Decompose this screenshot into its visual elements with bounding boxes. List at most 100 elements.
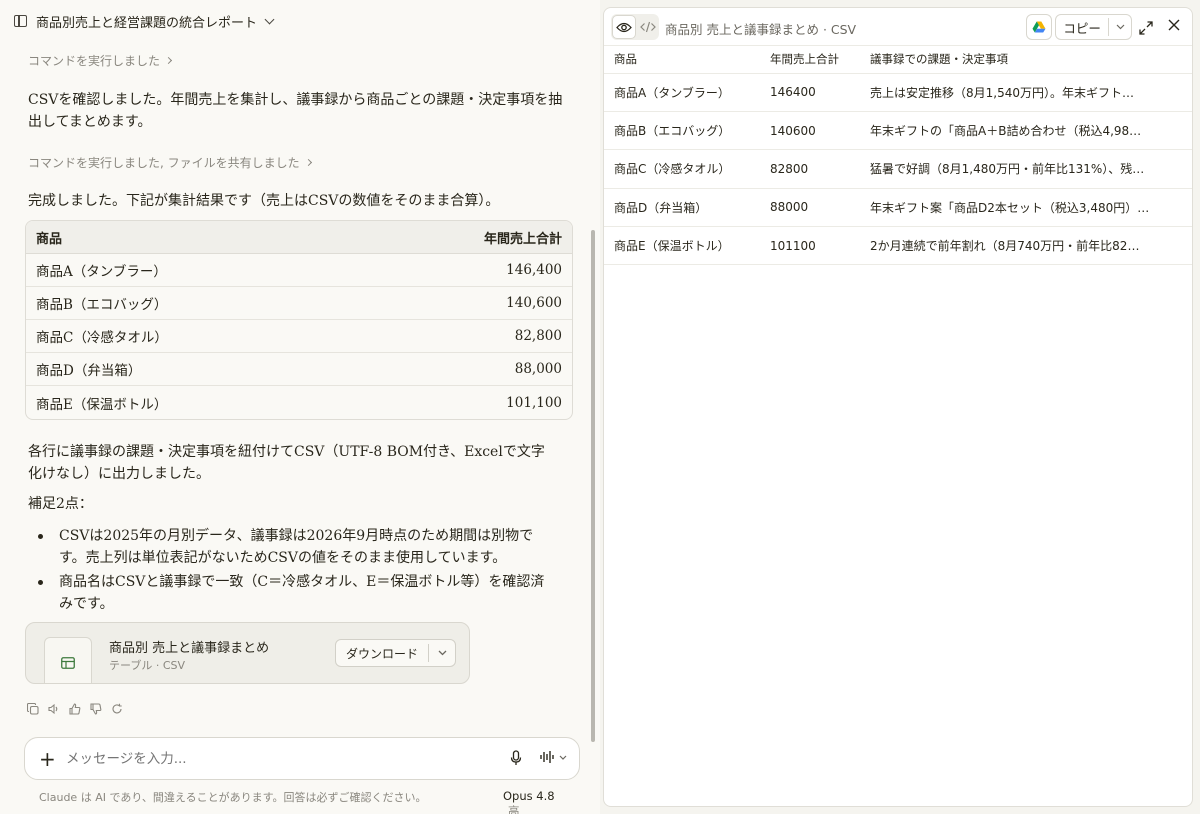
message-actions	[26, 700, 123, 715]
table-row: 商品A（タンブラー） 146400 売上は安定推移（8月1,540万円）。年末ギ…	[604, 73, 1192, 112]
column-header: 年間売上合計	[357, 221, 572, 254]
notes-cell: 年末ギフトの「商品A＋B詰め合わせ（税込4,98…	[860, 111, 1192, 151]
conversation-title[interactable]: 商品別売上と経営課題の統合レポート	[36, 12, 257, 31]
table-file-icon	[44, 637, 92, 683]
tool-call-label: コマンドを実行しました	[28, 53, 161, 68]
sales-summary-table: 商品 年間売上合計 商品A（タンブラー） 146,400 商品B（エコバッグ） …	[25, 220, 573, 420]
product-cell: 商品E（保温ボトル）	[604, 226, 760, 266]
code-view-button[interactable]	[638, 17, 658, 37]
code-icon	[640, 21, 656, 33]
tool-call-summary[interactable]: コマンドを実行しました	[28, 48, 576, 72]
notes-list: CSVは2025年の月別データ、議事録は2026年9月時点のため期間は別物です。…	[28, 525, 558, 615]
expand-icon[interactable]	[1139, 20, 1153, 39]
retry-icon[interactable]	[111, 700, 123, 714]
product-cell: 商品D（弁当箱）	[26, 353, 358, 386]
total-cell: 146400	[760, 73, 860, 112]
list-item: CSVは2025年の月別データ、議事録は2026年9月時点のため期間は別物です。…	[28, 525, 558, 569]
chevron-right-icon	[304, 158, 312, 166]
assistant-message-continued: 各行に議事録の課題・決定事項を紐付けてCSV（UTF-8 BOM付き、Excel…	[28, 441, 558, 617]
table-row: 商品C（冷感タオル） 82800 猛暑で好調（8月1,480万円・前年比131%…	[604, 149, 1192, 189]
total-cell: 140600	[760, 111, 860, 151]
chevron-down-icon	[438, 650, 447, 656]
chevron-down-icon[interactable]	[264, 14, 275, 24]
total-cell: 140,600	[357, 287, 572, 320]
download-options-button[interactable]	[429, 650, 455, 656]
table-row: 商品E（保温ボトル） 101100 2か月連続で前年割れ（8月740万円・前年比…	[604, 226, 1192, 266]
copy-button[interactable]: コピー	[1056, 18, 1108, 37]
conversation-header: 商品別売上と経営課題の統合レポート	[0, 0, 600, 42]
notes-cell: 年末ギフト案「商品D2本セット（税込3,480円）…	[860, 188, 1192, 228]
copy-button-group: コピー	[1055, 14, 1132, 40]
thumbs-down-icon[interactable]	[90, 700, 102, 715]
total-cell: 88000	[760, 188, 860, 228]
message-composer[interactable]: +	[24, 737, 580, 780]
column-header: 議事録での課題・決定事項	[860, 46, 1192, 74]
table-row: 商品C（冷感タオル） 82,800	[26, 320, 572, 353]
csv-table: 商品 年間売上合計 議事録での課題・決定事項 商品A（タンブラー） 146400…	[604, 46, 1192, 266]
table-header-row: 商品 年間売上合計	[26, 221, 572, 254]
chevron-right-icon	[164, 56, 173, 64]
artifact-subtitle: テーブル · CSV	[109, 659, 186, 672]
notes-cell: 売上は安定推移（8月1,540万円）。年末ギフト…	[860, 73, 1192, 112]
total-cell: 146,400	[357, 254, 572, 287]
list-item: 商品名はCSVと議事録で一致（C＝冷感タオル、E＝保温ボトル等）を確認済みです。	[28, 571, 558, 615]
table-row: 商品B（エコバッグ） 140,600	[26, 287, 572, 320]
google-drive-icon	[1032, 21, 1046, 33]
chevron-down-icon	[1116, 24, 1125, 30]
eye-icon	[616, 22, 632, 32]
chat-pane: 商品別売上と経営課題の統合レポート コマンドを実行しました CSVを確認しました…	[0, 0, 600, 814]
thumbs-up-icon[interactable]	[69, 700, 81, 715]
product-cell: 商品A（タンブラー）	[26, 254, 358, 287]
sidebar-toggle-icon[interactable]	[14, 15, 27, 27]
message-input[interactable]	[66, 751, 466, 767]
artifact-title: 商品別 売上と議事録まとめ	[109, 641, 270, 656]
plus-icon[interactable]: +	[39, 749, 56, 769]
table-row: 商品A（タンブラー） 146,400	[26, 254, 572, 287]
close-icon[interactable]	[1168, 19, 1180, 34]
column-header: 商品	[26, 221, 358, 254]
copy-options-button[interactable]	[1109, 24, 1131, 30]
download-button[interactable]: ダウンロード	[336, 645, 428, 662]
total-cell: 82800	[760, 149, 860, 189]
tool-call-label: コマンドを実行しました, ファイルを共有しました	[28, 155, 300, 170]
chevron-down-icon	[559, 755, 567, 760]
column-header: 年間売上合計	[760, 46, 860, 74]
artifact-panel: 商品別 売上と議事録まとめ · CSV コピー 商品 年間売上合計 議事録での課…	[603, 7, 1193, 807]
disclaimer-text: Claude は AI であり、間違えることがあります。回答は必ずご確認ください…	[39, 791, 427, 804]
product-cell: 商品D（弁当箱）	[604, 188, 760, 228]
total-cell: 101,100	[506, 394, 562, 411]
scrollbar[interactable]	[591, 230, 595, 742]
product-cell: 商品B（エコバッグ）	[604, 111, 760, 151]
table-row: 商品D（弁当箱） 88000 年末ギフト案「商品D2本セット（税込3,480円）…	[604, 188, 1192, 228]
notes-cell: 2か月連続で前年割れ（8月740万円・前年比82…	[860, 226, 1192, 266]
artifact-card[interactable]: 商品別 売上と議事録まとめ テーブル · CSV ダウンロード	[25, 622, 470, 684]
effort-level: 高	[508, 804, 520, 814]
table-row: 商品B（エコバッグ） 140600 年末ギフトの「商品A＋B詰め合わせ（税込4,…	[604, 111, 1192, 151]
table-header-row: 商品 年間売上合計 議事録での課題・決定事項	[604, 46, 1192, 74]
table-row: 商品D（弁当箱） 88,000	[26, 353, 572, 386]
model-selector[interactable]: Opus 4.8高	[503, 789, 569, 814]
view-toggle	[611, 14, 659, 40]
tool-call-summary[interactable]: コマンドを実行しました, ファイルを共有しました	[28, 150, 576, 174]
preview-button[interactable]	[612, 15, 636, 39]
assistant-message: CSVを確認しました。年間売上を集計し、議事録から商品ごとの課題・決定事項を抽出…	[28, 92, 563, 130]
panel-title: 商品別 売上と議事録まとめ · CSV	[665, 22, 857, 37]
total-cell: 82,800	[357, 320, 572, 353]
speaker-icon[interactable]	[48, 700, 60, 715]
download-button-group: ダウンロード	[335, 639, 456, 667]
total-cell: 88,000	[357, 353, 572, 386]
notes-cell: 猛暑で好調（8月1,480万円・前年比131%）、残…	[860, 149, 1192, 189]
panel-header: 商品別 売上と議事録まとめ · CSV コピー	[604, 8, 1192, 46]
voice-mode-button[interactable]	[539, 750, 567, 764]
message-list: コマンドを実行しました CSVを確認しました。年間売上を集計し、議事録から商品ご…	[28, 48, 576, 212]
assistant-message: 完成しました。下記が集計結果です（売上はCSVの数値をそのまま合算）。	[28, 193, 500, 209]
copy-icon[interactable]	[26, 700, 39, 715]
save-to-drive-button[interactable]	[1026, 14, 1052, 40]
product-cell: 商品C（冷感タオル）	[26, 320, 358, 353]
footer: Claude は AI であり、間違えることがあります。回答は必ずご確認ください…	[39, 789, 569, 814]
assistant-message: 各行に議事録の課題・決定事項を紐付けてCSV（UTF-8 BOM付き、Excel…	[28, 444, 545, 482]
product-cell: 商品E（保温ボトル）	[36, 396, 168, 413]
table-row: 商品E（保温ボトル） 101,100	[26, 386, 572, 419]
column-header: 商品	[604, 46, 760, 74]
microphone-icon[interactable]	[510, 750, 522, 770]
